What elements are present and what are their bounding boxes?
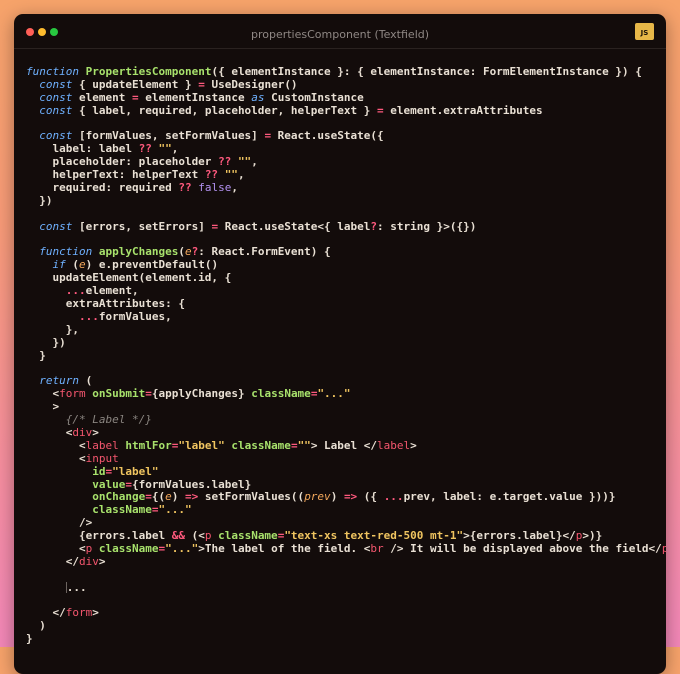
code-line: const { label, required, placeholder, he… <box>39 103 543 117</box>
code-line: }) <box>26 335 66 349</box>
code-line: ... <box>65 580 87 594</box>
code-line: ) <box>26 619 46 633</box>
code-line: const [errors, setErrors] = React.useSta… <box>39 219 477 233</box>
code-line: }, <box>26 322 79 336</box>
code-line: extraAttributes: { <box>26 297 185 311</box>
code-line: className="..." <box>92 503 192 517</box>
code-line: ...formValues, <box>78 309 172 323</box>
code-line: </form> <box>26 606 99 620</box>
code-line: <label htmlFor="label" className=""> Lab… <box>26 438 417 452</box>
window-titlebar: propertiesComponent (Textfield) JS <box>14 14 666 49</box>
code-line: <div> <box>26 425 99 439</box>
code-line: } <box>26 632 33 646</box>
code-line: <p className="...">The label of the fiel… <box>26 541 666 555</box>
js-file-icon: JS <box>635 23 654 40</box>
code-line: const { updateElement } = UseDesigner() <box>39 77 298 91</box>
code-line: required: required ?? false, <box>26 181 238 195</box>
code-window: propertiesComponent (Textfield) JS funct… <box>14 14 666 674</box>
code-line: <form onSubmit={applyChanges} className=… <box>26 387 351 401</box>
code-line: const element = elementInstance as Custo… <box>39 90 364 104</box>
code-line: </div> <box>26 554 106 568</box>
window-title: propertiesComponent (Textfield) <box>250 28 430 41</box>
code-line: } <box>26 348 46 362</box>
code-editor[interactable]: function PropertiesComponent({ elementIn… <box>26 65 666 674</box>
code-line: function PropertiesComponent({ elementIn… <box>26 65 642 78</box>
code-line: {/* Label */} <box>65 413 152 427</box>
code-line: }) <box>26 193 53 207</box>
text-cursor <box>65 582 67 594</box>
